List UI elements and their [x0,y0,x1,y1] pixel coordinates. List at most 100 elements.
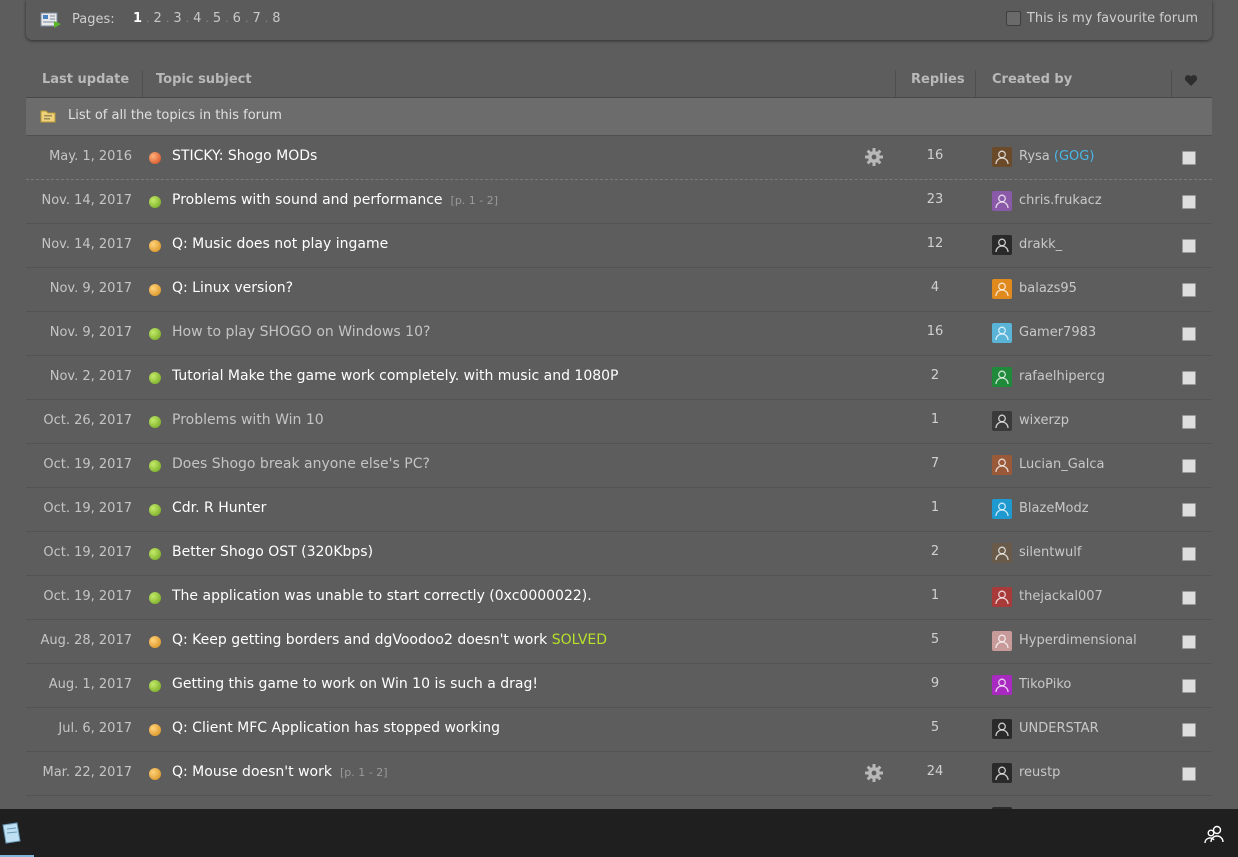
favourite-checkbox[interactable] [1005,11,1021,26]
creator-link[interactable]: drakk_ [1019,237,1062,252]
creator-link[interactable]: Hyperdimensional [1019,633,1137,648]
notepad-icon[interactable] [0,821,22,845]
favourite-topic-checkbox[interactable] [1182,151,1196,165]
user-silhouette-icon [995,634,1009,649]
creator-link[interactable]: UNDERSTAR [1019,721,1099,736]
creator-name: Gamer7983 [1019,325,1097,340]
table-row: Nov. 14, 2017 Problems with sound and per… [26,180,1212,224]
header-last-update[interactable]: Last update [42,72,129,87]
header-replies[interactable]: Replies [911,72,965,87]
pages-book-icon [40,12,61,28]
creator-link[interactable]: TikoPiko [1019,677,1071,692]
avatar[interactable] [992,719,1012,739]
favourite-topic-checkbox[interactable] [1182,723,1196,737]
avatar[interactable] [992,367,1012,387]
favourite-topic-checkbox[interactable] [1182,283,1196,297]
favourite-topic-checkbox[interactable] [1182,415,1196,429]
topic-status-icon [149,152,161,164]
creator-link[interactable]: chris.frukacz [1019,193,1102,208]
favourite-topic-checkbox[interactable] [1182,635,1196,649]
creator-link[interactable]: Lucian_Galca [1019,457,1104,472]
creator-link[interactable]: wixerzp [1019,413,1069,428]
avatar[interactable] [992,147,1012,167]
avatar[interactable] [992,279,1012,299]
avatar[interactable] [992,543,1012,563]
page-link-8[interactable]: 8 [269,11,283,26]
page-link-4[interactable]: 4 [190,11,204,26]
replies-count: 7 [930,456,940,471]
topic-subject: STICKY: Shogo MODs [172,148,318,164]
creator-link[interactable]: balazs95 [1019,281,1077,296]
topic-link[interactable]: STICKY: Shogo MODs [172,148,317,164]
page-link-1[interactable]: 1 [130,11,145,26]
topic-link[interactable]: The application was unable to start corr… [172,588,592,604]
favourite-topic-checkbox[interactable] [1182,547,1196,561]
creator-link[interactable]: BlazeModz [1019,501,1089,516]
topic-link[interactable]: Q: Music does not play ingame [172,236,388,252]
replies-count: 24 [926,764,944,779]
table-row: Jul. 6, 2017 Q: Client MFC Application ha… [26,708,1212,752]
heart-icon[interactable] [1184,74,1198,87]
favourite-topic-checkbox[interactable] [1182,767,1196,781]
page-link-3[interactable]: 3 [170,11,184,26]
last-update-date: Nov. 9, 2017 [49,281,132,296]
favourite-topic-checkbox[interactable] [1182,679,1196,693]
topic-link[interactable]: Q: Client MFC Application has stopped wo… [172,720,500,736]
creator-link[interactable]: thejackal007 [1019,589,1103,604]
topic-link[interactable]: Tutorial Make the game work completely. … [172,368,619,384]
creator-name: UNDERSTAR [1019,721,1099,736]
topic-link[interactable]: Problems with sound and performance [p. 1… [172,192,498,208]
creator-link[interactable]: Gamer7983 [1019,325,1096,340]
avatar[interactable] [992,411,1012,431]
table-row: Oct. 26, 2017 Problems with Win 10 1 wixerz… [26,400,1212,444]
topic-subpages-link[interactable]: [p. 1 - 2] [451,194,499,207]
topic-link[interactable]: Better Shogo OST (320Kbps) [172,544,373,560]
page-link-2[interactable]: 2 [151,11,165,26]
creator-link[interactable]: reustp [1019,765,1060,780]
favourite-topic-checkbox[interactable] [1182,459,1196,473]
favourite-topic-checkbox[interactable] [1182,371,1196,385]
page-link-5[interactable]: 5 [210,11,224,26]
topic-link[interactable]: Q: Mouse doesn't work [p. 1 - 2] [172,764,388,780]
avatar[interactable] [992,763,1012,783]
topic-subject: Problems with Win 10 [172,412,324,428]
creator-name: wixerzp [1019,413,1069,428]
people-icon[interactable] [1204,824,1224,844]
avatar[interactable] [992,675,1012,695]
favourite-topic-checkbox[interactable] [1182,591,1196,605]
creator-name: balazs95 [1019,281,1077,296]
header-topic-subject[interactable]: Topic subject [156,72,252,87]
topic-subpages-link[interactable]: [p. 1 - 2] [340,766,388,779]
favourite-forum-toggle[interactable]: This is my favourite forum [1005,11,1198,26]
favourite-topic-checkbox[interactable] [1182,327,1196,341]
topic-link[interactable]: How to play SHOGO on Windows 10? [172,324,430,340]
avatar[interactable] [992,455,1012,475]
avatar[interactable] [992,323,1012,343]
page-link-6[interactable]: 6 [230,11,244,26]
topic-link[interactable]: Problems with Win 10 [172,412,324,428]
avatar[interactable] [992,499,1012,519]
creator-link[interactable]: silentwulf [1019,545,1081,560]
avatar[interactable] [992,235,1012,255]
header-created-by[interactable]: Created by [992,72,1072,87]
user-silhouette-icon [995,150,1009,165]
topic-link[interactable]: Cdr. R Hunter [172,500,266,516]
folder-icon [40,110,56,123]
topic-status-icon [149,768,161,780]
topic-link[interactable]: Q: Keep getting borders and dgVoodoo2 do… [172,632,607,648]
favourite-topic-checkbox[interactable] [1182,503,1196,517]
topic-link[interactable]: Getting this game to work on Win 10 is s… [172,676,538,692]
creator-link[interactable]: rafaelhipercg [1019,369,1105,384]
avatar[interactable] [992,587,1012,607]
favourite-topic-checkbox[interactable] [1182,239,1196,253]
avatar[interactable] [992,631,1012,651]
topic-link[interactable]: Q: Linux version? [172,280,293,296]
creator-link[interactable]: Rysa (GOG) [1019,149,1094,164]
page-link-7[interactable]: 7 [249,11,263,26]
user-silhouette-icon [995,326,1009,341]
table-row: Aug. 1, 2017 Getting this game to work on… [26,664,1212,708]
topic-link[interactable]: Does Shogo break anyone else's PC? [172,456,430,472]
avatar[interactable] [992,191,1012,211]
favourite-topic-checkbox[interactable] [1182,195,1196,209]
header-divider [895,70,896,97]
